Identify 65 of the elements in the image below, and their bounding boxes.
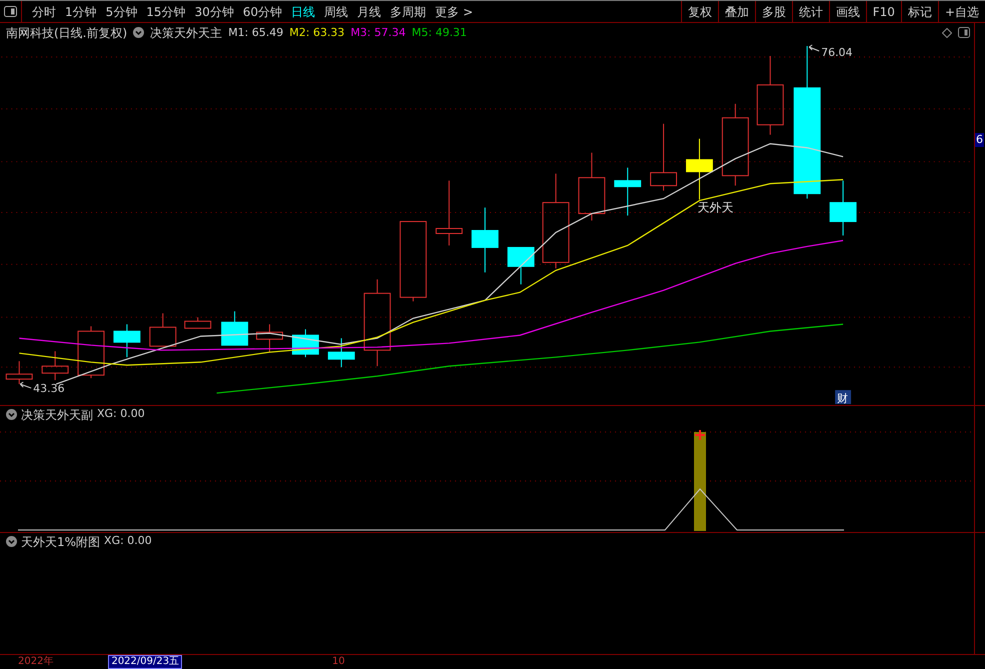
candlestick [149, 312, 176, 347]
candlestick [6, 360, 33, 385]
toolbar-button[interactable]: 统计 [792, 1, 829, 22]
date-label: 2022/09/23五 [108, 655, 182, 669]
price-tag: 6 [975, 133, 984, 147]
more-button[interactable]: 更多 > [435, 2, 473, 20]
stock-title: 南网科技(日线.前复权) [6, 24, 128, 42]
period-tab[interactable]: 月线 [357, 2, 382, 20]
candlestick [328, 338, 355, 368]
indicator-name: 天外天1%附图 [21, 534, 100, 550]
collapse-icon[interactable] [133, 27, 144, 38]
toolbar-button[interactable]: 多股 [754, 1, 792, 22]
candlestick [221, 310, 248, 346]
toolbar-button[interactable]: 叠加 [718, 1, 755, 22]
candlestick [686, 138, 713, 200]
candlestick [472, 207, 498, 273]
signal-label: 天外天 [697, 200, 734, 214]
period-tab[interactable]: 15分钟 [146, 2, 186, 20]
moving-average-reading: M2: 63.33 [289, 24, 345, 41]
toolbar-button[interactable]: F10 [866, 1, 901, 22]
period-tab[interactable]: 30分钟 [194, 2, 234, 20]
candlestick [292, 328, 319, 358]
candlestick [614, 167, 642, 216]
candlestick [436, 180, 463, 246]
moving-average-reading: M3: 57.34 [350, 24, 406, 41]
toolbar-button[interactable]: 标记 [900, 1, 938, 22]
indicator-name: 决策天外天副 [21, 406, 93, 424]
period-tab[interactable]: 分时 [32, 2, 56, 20]
candlestick [650, 123, 677, 192]
candlestick [184, 316, 212, 329]
low-marker-arrow [20, 382, 32, 389]
period-tab[interactable]: 多周期 [390, 2, 426, 20]
period-tab[interactable]: 5分钟 [106, 2, 138, 20]
indicator-name: 决策天外天主 [150, 24, 222, 42]
indicator-reading: XG: 0.00 [104, 533, 152, 550]
plus-marker-icon [694, 429, 706, 441]
period-tab[interactable]: 周线 [324, 2, 348, 20]
moving-average-reading: M5: 49.31 [412, 24, 467, 41]
candlestick [42, 350, 69, 381]
toolbar-button[interactable]: +自选 [938, 1, 985, 22]
low-price-label: 43.36 [33, 382, 65, 396]
candlestick [78, 326, 104, 379]
finance-badge[interactable]: 财 [837, 392, 848, 405]
high-price-label: 76.04 [821, 46, 853, 59]
date-label: 2022年 [18, 656, 54, 668]
candlestick [830, 180, 857, 236]
diamond-icon[interactable] [942, 28, 952, 38]
toolbar-button[interactable]: 复权 [680, 1, 718, 22]
period-tab[interactable]: 日线 [291, 2, 316, 20]
period-tab[interactable]: 60分钟 [242, 2, 282, 20]
toolbar-button[interactable]: 画线 [828, 1, 866, 22]
panel-toggle-icon[interactable] [958, 27, 970, 38]
period-tab[interactable]: 1分钟 [65, 2, 97, 20]
candlestick [113, 324, 140, 358]
finance-badge-background [835, 390, 852, 404]
collapse-icon[interactable] [6, 536, 17, 547]
high-marker-arrow [808, 44, 820, 52]
indicator-reading: XG: 0.00 [97, 406, 145, 422]
candlestick [507, 246, 534, 285]
candlestick [256, 324, 284, 353]
panel-toggle-icon[interactable] [4, 6, 17, 17]
collapse-icon[interactable] [6, 409, 17, 420]
date-label: 10 [332, 656, 345, 668]
candlestick [578, 152, 606, 221]
moving-average-reading: M1: 65.49 [228, 24, 284, 41]
